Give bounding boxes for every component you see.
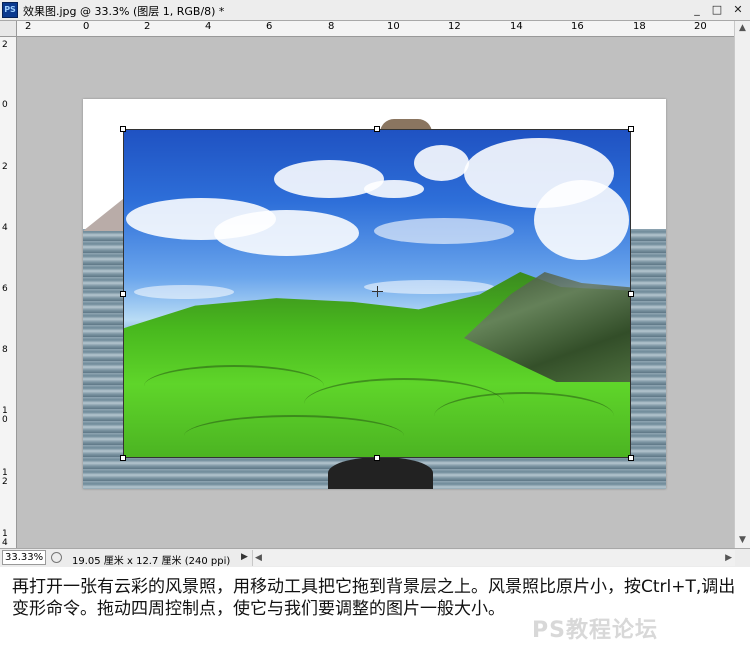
- scroll-down-icon[interactable]: ▼: [735, 533, 750, 548]
- ruler-origin[interactable]: [0, 21, 17, 37]
- scroll-right-icon[interactable]: ▶: [725, 550, 732, 566]
- close-button[interactable]: ✕: [729, 2, 747, 17]
- cloud: [364, 180, 424, 198]
- ruler-label: 14: [510, 21, 523, 32]
- canvas-area[interactable]: [17, 37, 734, 548]
- chevron-right-icon[interactable]: ▶: [241, 552, 248, 562]
- transform-handle-bottom-left[interactable]: [120, 455, 126, 461]
- terrace-line: [144, 365, 324, 407]
- cloud: [374, 218, 514, 244]
- ruler-label: 2: [144, 21, 151, 32]
- scroll-up-icon[interactable]: ▲: [735, 21, 750, 36]
- ruler-label: 16: [571, 21, 584, 32]
- transform-center-icon[interactable]: [372, 286, 383, 297]
- cloud: [364, 280, 494, 294]
- cloud: [534, 180, 629, 260]
- maximize-button[interactable]: □: [708, 2, 726, 17]
- ruler-label: 8: [328, 21, 335, 32]
- minimize-button[interactable]: _: [688, 2, 706, 17]
- ruler-label: 2: [2, 162, 8, 172]
- ruler-label: 6: [2, 284, 8, 294]
- document-size-info: 19.05 厘米 x 12.7 厘米 (240 ppi): [72, 556, 231, 567]
- vertical-ruler[interactable]: 2 0 2 4 6 8 10 12 14: [0, 37, 17, 548]
- ruler-label: 14: [2, 529, 8, 548]
- ps-app-icon: PS: [2, 2, 18, 18]
- ruler-label: 10: [2, 406, 8, 425]
- ruler-label: 4: [2, 223, 8, 233]
- cloud: [134, 285, 234, 299]
- ruler-label: 4: [205, 21, 212, 32]
- transform-handle-top-right[interactable]: [628, 126, 634, 132]
- ruler-label: 0: [83, 21, 90, 32]
- status-info-icon[interactable]: [51, 552, 62, 563]
- scroll-left-icon[interactable]: ◀: [255, 550, 262, 566]
- ruler-label: 2: [2, 40, 8, 50]
- cloud: [214, 210, 359, 256]
- ruler-label: 8: [2, 345, 8, 355]
- horizontal-scrollbar[interactable]: ◀ ▶: [252, 550, 735, 566]
- title-bar[interactable]: PS 效果图.jpg @ 33.3% (图层 1, RGB/8) * _ □ ✕: [0, 0, 750, 21]
- transform-handle-left[interactable]: [120, 291, 126, 297]
- ruler-label: 6: [266, 21, 273, 32]
- transform-handle-top[interactable]: [374, 126, 380, 132]
- ruler-label: 20: [694, 21, 707, 32]
- transform-handle-bottom-right[interactable]: [628, 455, 634, 461]
- cloud: [414, 145, 469, 181]
- document-window: PS 效果图.jpg @ 33.3% (图层 1, RGB/8) * _ □ ✕…: [0, 0, 750, 567]
- ruler-label: 12: [2, 468, 8, 487]
- document-title: 效果图.jpg @ 33.3% (图层 1, RGB/8) *: [23, 5, 225, 18]
- transform-handle-bottom[interactable]: [374, 455, 380, 461]
- vertical-scrollbar[interactable]: ▲ ▼: [734, 21, 750, 548]
- terrace-line: [184, 415, 404, 457]
- status-bar: 33.33% 19.05 厘米 x 12.7 厘米 (240 ppi) ▶ ◀ …: [0, 548, 750, 567]
- terrace-line: [434, 392, 614, 440]
- zoom-level-field[interactable]: 33.33%: [2, 550, 46, 565]
- ruler-label: 18: [633, 21, 646, 32]
- ruler-label: 0: [2, 100, 8, 110]
- ruler-label: 2: [25, 21, 32, 32]
- transform-handle-right[interactable]: [628, 291, 634, 297]
- background-rock-reflection: [328, 457, 433, 489]
- ruler-label: 12: [448, 21, 461, 32]
- transform-handle-top-left[interactable]: [120, 126, 126, 132]
- ruler-label: 10: [387, 21, 400, 32]
- watermark: PS教程论坛: [532, 618, 658, 643]
- horizontal-ruler[interactable]: 2 0 2 4 6 8 10 12 14 16 18 20: [17, 21, 734, 37]
